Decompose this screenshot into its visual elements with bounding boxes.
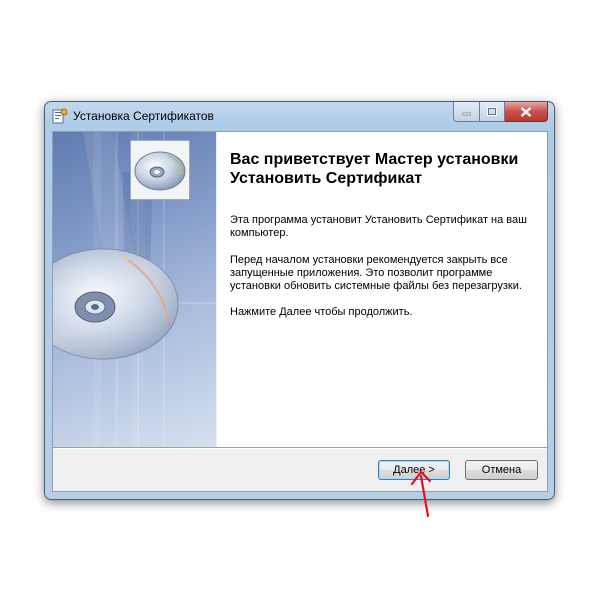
wizard-body: Вас приветствует Мастер установки Устано… (52, 131, 548, 492)
title-bar[interactable]: Установка Сертификатов (45, 102, 554, 130)
maximize-button[interactable] (480, 102, 505, 122)
footer-divider (53, 447, 547, 449)
maximize-icon (487, 107, 497, 116)
window-title: Установка Сертификатов (73, 109, 214, 123)
wizard-heading: Вас приветствует Мастер установки Устано… (230, 151, 519, 187)
minimize-button[interactable] (453, 102, 480, 122)
intro-text: Эта программа установит Установить Серти… (230, 214, 527, 239)
close-button[interactable] (505, 102, 548, 122)
continue-text: Нажмите Далее чтобы продолжить. (230, 306, 413, 318)
minimize-icon (462, 112, 471, 115)
wizard-content: Вас приветствует Мастер установки Устано… (130, 132, 547, 447)
close-icon (520, 106, 532, 117)
cd-disc-icon (130, 140, 190, 200)
installer-icon (52, 108, 68, 124)
caption-buttons (453, 102, 548, 122)
installer-window: Установка Сертификатов Вас приветствует … (44, 101, 555, 500)
recommendation-text: Перед началом установки рекомендуется за… (230, 254, 522, 292)
cancel-button[interactable]: Отмена (465, 460, 538, 480)
red-arrow-annotation (410, 470, 432, 518)
